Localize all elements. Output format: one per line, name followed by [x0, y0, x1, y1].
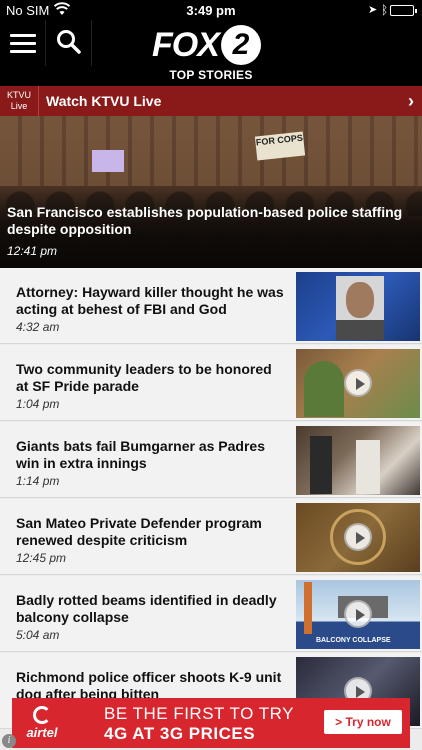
battery-icon — [390, 5, 417, 16]
watch-live-bar[interactable]: KTVU Live Watch KTVU Live › — [0, 86, 422, 116]
watch-live-label: Watch KTVU Live — [46, 93, 162, 109]
divider — [38, 86, 39, 116]
ad-banner[interactable]: airtel BE THE FIRST TO TRY 4G AT 3G PRIC… — [12, 698, 410, 748]
menu-icon — [9, 33, 36, 37]
airtel-swirl-icon — [33, 706, 51, 724]
protest-sign: FOR COPS — [254, 131, 306, 161]
ad-subheadline: 4G AT 3G PRICES — [104, 724, 256, 743]
thumbnail-caption: BALCONY COLLAPSE — [316, 637, 391, 644]
try-now-button[interactable]: > Try now — [324, 710, 402, 734]
story-title: San Mateo Private Defender program renew… — [16, 515, 262, 548]
airtel-logo: airtel — [22, 706, 62, 740]
hero-story[interactable]: FOR COPS San Francisco establishes popul… — [0, 116, 422, 268]
hero-time: 12:41 pm — [7, 244, 58, 258]
list-item[interactable]: San Mateo Private Defender program renew… — [0, 499, 422, 575]
search-button[interactable] — [46, 20, 92, 66]
story-title: Attorney: Hayward killer thought he was … — [16, 284, 284, 317]
list-item[interactable]: Giants bats fail Bumgarner as Padres win… — [0, 422, 422, 498]
list-item[interactable]: Attorney: Hayward killer thought he was … — [0, 268, 422, 344]
status-time: 3:49 pm — [186, 3, 236, 18]
story-thumbnail — [296, 503, 420, 572]
story-time: 12:45 pm — [16, 551, 67, 565]
chevron-right-icon: › — [408, 91, 414, 111]
story-title: Giants bats fail Bumgarner as Padres win… — [16, 438, 265, 471]
section-title: TOP STORIES — [169, 68, 253, 82]
bluetooth-icon: ᛒ — [381, 3, 389, 17]
logo-badge: 2 — [220, 25, 261, 65]
logo-text: FOX — [152, 25, 220, 64]
play-icon[interactable] — [344, 600, 372, 628]
story-time: 1:14 pm — [16, 474, 60, 488]
play-icon[interactable] — [344, 523, 372, 551]
story-thumbnail — [296, 272, 420, 341]
list-item[interactable]: Two community leaders to be honored at S… — [0, 345, 422, 421]
story-title: Two community leaders to be honored at S… — [16, 361, 272, 394]
search-icon — [57, 30, 81, 54]
story-thumbnail — [296, 349, 420, 418]
story-thumbnail — [296, 426, 420, 495]
ad-info-icon[interactable]: i — [2, 734, 16, 748]
hero-headline: San Francisco establishes population-bas… — [7, 204, 403, 237]
ad-headline: BE THE FIRST TO TRY — [104, 704, 294, 723]
story-time: 5:04 am — [16, 628, 60, 642]
play-icon[interactable] — [344, 369, 372, 397]
location-icon: ➤ — [368, 4, 378, 16]
status-bar: No SIM 3:49 pm ➤ ᛒ — [0, 0, 422, 20]
story-time: 4:32 am — [16, 320, 60, 334]
live-tag: KTVU Live — [6, 90, 31, 111]
story-thumbnail: BALCONY COLLAPSE — [296, 580, 420, 649]
story-time: 1:04 pm — [16, 397, 60, 411]
fox2-logo[interactable]: FOX 2 — [152, 22, 261, 68]
list-item[interactable]: Badly rotted beams identified in deadly … — [0, 576, 422, 652]
menu-button[interactable] — [0, 20, 46, 66]
story-title: Badly rotted beams identified in deadly … — [16, 592, 277, 625]
app-header: FOX 2 TOP STORIES — [0, 20, 422, 86]
